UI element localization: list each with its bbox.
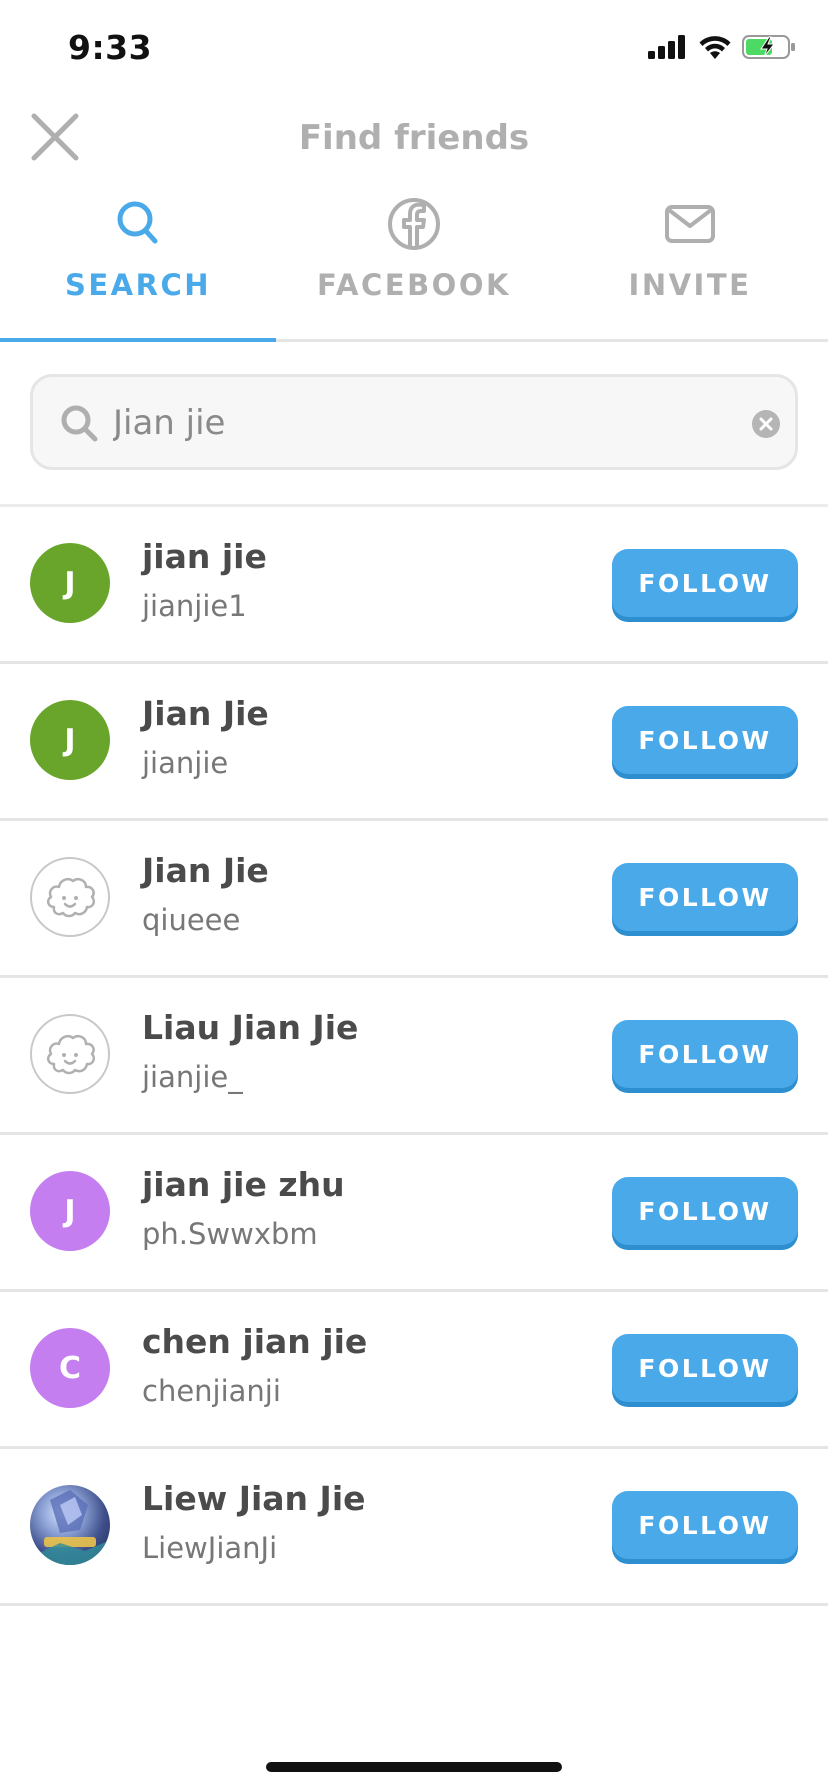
user-name: Liau Jian Jie: [142, 1008, 359, 1047]
avatar-initial: C: [58, 1350, 82, 1386]
page-title: Find friends: [298, 118, 530, 158]
user-name: jian jie zhu: [142, 1165, 345, 1204]
status-time: 9:33: [68, 28, 153, 67]
tab-invite-label: INVITE: [628, 268, 752, 302]
search-box[interactable]: [30, 374, 798, 470]
user-username: jianjie_: [142, 1060, 243, 1094]
avatar-initial: J: [64, 722, 76, 758]
user-username: jianjie1: [142, 589, 247, 623]
avatar[interactable]: J: [30, 700, 110, 780]
user-name: chen jian jie: [142, 1322, 368, 1361]
avatar[interactable]: J: [30, 1171, 110, 1251]
search-icon: [117, 201, 158, 244]
search-input[interactable]: [113, 395, 713, 451]
tab-facebook-label: FACEBOOK: [317, 268, 511, 302]
follow-button[interactable]: FOLLOW: [612, 863, 798, 931]
user-username: ph.Swwxbm: [142, 1217, 318, 1251]
default-avatar-icon: [46, 878, 96, 918]
avatar[interactable]: [30, 857, 110, 937]
tab-search[interactable]: SEARCH: [0, 190, 276, 342]
list-item[interactable]: C chen jian jie chenjianji FOLLOW: [0, 1292, 828, 1449]
home-indicator[interactable]: [266, 1762, 562, 1772]
cellular-signal-icon: [648, 35, 685, 59]
user-name: Jian Jie: [142, 694, 269, 733]
user-name: Liew Jian Jie: [142, 1479, 366, 1518]
user-username: LiewJianJi: [142, 1531, 278, 1565]
user-username: jianjie: [142, 746, 229, 780]
facebook-icon: [388, 198, 440, 250]
list-item[interactable]: Liau Jian Jie jianjie_ FOLLOW: [0, 978, 828, 1135]
wifi-icon: [699, 36, 731, 59]
user-name: Jian Jie: [142, 851, 269, 890]
follow-button[interactable]: FOLLOW: [612, 706, 798, 774]
avatar[interactable]: C: [30, 1328, 110, 1408]
follow-button[interactable]: FOLLOW: [612, 549, 798, 617]
search-icon: [61, 405, 98, 442]
follow-button[interactable]: FOLLOW: [612, 1020, 798, 1088]
find-friends-screen: 9:33 Find friends SEARCH FACEBOOK INVITE…: [0, 0, 828, 1792]
list-item[interactable]: J jian jie zhu ph.Swwxbm FOLLOW: [0, 1135, 828, 1292]
list-item[interactable]: J jian jie jianjie1 FOLLOW: [0, 507, 828, 664]
tab-facebook[interactable]: FACEBOOK: [276, 190, 552, 342]
clear-search-icon[interactable]: [751, 409, 781, 439]
results-list: J jian jie jianjie1 FOLLOW J Jian Jie ji…: [0, 507, 828, 1606]
user-username: qiueee: [142, 903, 241, 937]
avatar-photo-image: [35, 1490, 108, 1565]
user-name: jian jie: [142, 537, 267, 576]
avatar[interactable]: [30, 1485, 110, 1565]
follow-button[interactable]: FOLLOW: [612, 1491, 798, 1559]
default-avatar-icon: [46, 1035, 96, 1075]
user-username: chenjianji: [142, 1374, 281, 1408]
list-item[interactable]: Liew Jian Jie LiewJianJi FOLLOW: [0, 1449, 828, 1606]
mail-icon: [665, 205, 715, 243]
tab-bar: SEARCH FACEBOOK INVITE: [0, 190, 828, 342]
list-item[interactable]: J Jian Jie jianjie FOLLOW: [0, 664, 828, 821]
battery-charging-icon: [742, 35, 795, 59]
tab-invite[interactable]: INVITE: [552, 190, 828, 342]
avatar[interactable]: J: [30, 543, 110, 623]
tab-search-label: SEARCH: [64, 268, 212, 302]
follow-button[interactable]: FOLLOW: [612, 1177, 798, 1245]
follow-button[interactable]: FOLLOW: [612, 1334, 798, 1402]
avatar-initial: J: [64, 1193, 76, 1229]
avatar[interactable]: [30, 1014, 110, 1094]
avatar-initial: J: [64, 565, 76, 601]
active-tab-indicator: [0, 338, 276, 342]
status-icons: [648, 34, 796, 60]
status-bar: 9:33: [0, 0, 828, 100]
list-item[interactable]: Jian Jie qiueee FOLLOW: [0, 821, 828, 978]
